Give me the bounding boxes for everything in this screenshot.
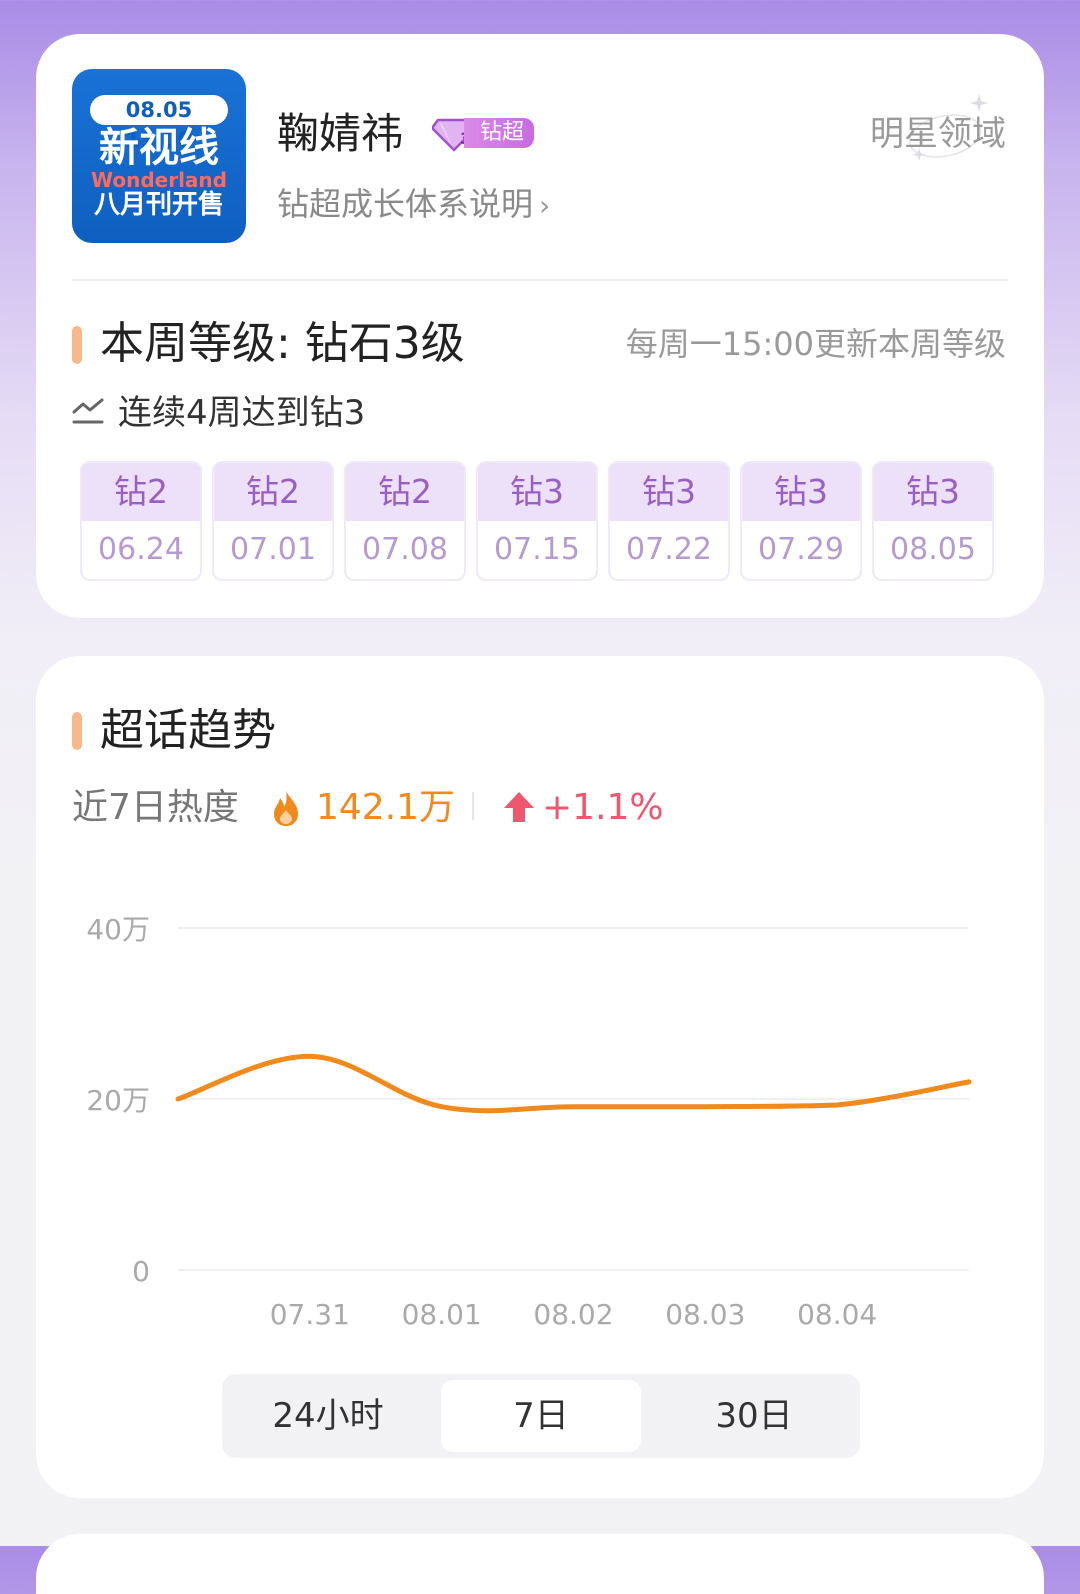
level-history-item: 钻2 06.24 bbox=[80, 461, 202, 581]
x-tick-label: 08.03 bbox=[665, 1298, 745, 1331]
trend-chart: 40万 20万 0 07.31 08.01 08.02 08.03 08.04 bbox=[86, 913, 972, 1331]
section-marker bbox=[72, 712, 82, 750]
heat-value: 142.1万 bbox=[316, 787, 456, 828]
level-label: 钻3 bbox=[742, 463, 860, 521]
level-label: 钻2 bbox=[214, 463, 332, 521]
level-date: 07.29 bbox=[758, 532, 844, 567]
level-label: 钻3 bbox=[610, 463, 728, 521]
level-date: 07.08 bbox=[362, 532, 448, 567]
avatar-title: 新视线 bbox=[99, 125, 219, 171]
trend-card: 超话趋势 近7日热度 142.1万 +1.1% 40万 20万 0 07.31 08.0… bbox=[36, 656, 1044, 1498]
level-label: 钻2 bbox=[82, 463, 200, 521]
level-date: 07.01 bbox=[230, 532, 316, 567]
chevron-right-icon: › bbox=[539, 189, 551, 222]
diamond-badge[interactable]: 3 钻超 bbox=[432, 114, 535, 152]
avatar-subtitle: Wonderland bbox=[91, 168, 227, 192]
trend-up-icon bbox=[72, 398, 104, 424]
next-card bbox=[36, 1534, 1044, 1594]
star-domain-label[interactable]: 明星领域 bbox=[870, 114, 1006, 154]
tab-24h[interactable]: 24小时 bbox=[228, 1380, 428, 1452]
tab-30d[interactable]: 30日 bbox=[654, 1380, 854, 1452]
week-level-title: 本周等级: 钻石3级 bbox=[100, 318, 465, 369]
level-date: 08.05 bbox=[890, 532, 976, 567]
x-tick-label: 08.01 bbox=[402, 1298, 482, 1331]
x-tick-label: 08.02 bbox=[533, 1298, 613, 1331]
separator bbox=[472, 792, 474, 820]
level-label: 钻3 bbox=[478, 463, 596, 521]
streak-text: 连续4周达到钻3 bbox=[118, 393, 366, 433]
level-date: 06.24 bbox=[98, 532, 184, 567]
badge-label: 钻超 bbox=[464, 118, 535, 148]
level-history-item: 钻3 07.22 bbox=[608, 461, 730, 581]
avatar-date: 08.05 11:00 bbox=[90, 95, 228, 152]
growth-system-link[interactable]: 钻超成长体系说明 › bbox=[277, 184, 550, 226]
level-history: 钻2 06.24 钻2 07.01 钻2 07.08 钻3 07.15 钻3 0… bbox=[80, 461, 994, 581]
level-history-item: 钻3 08.05 bbox=[872, 461, 994, 581]
heat-label: 近7日热度 bbox=[72, 787, 239, 828]
level-date: 07.22 bbox=[626, 532, 712, 567]
time-range-selector: 24小时 7日 30日 bbox=[222, 1374, 860, 1458]
update-note: 每周一15:00更新本周等级 bbox=[625, 325, 1006, 363]
arrow-up-icon bbox=[504, 792, 534, 822]
level-label: 钻2 bbox=[346, 463, 464, 521]
level-card: 08.05 11:00 新视线 Wonderland 八月刊开售 鞠婧祎 3 钻… bbox=[36, 34, 1044, 618]
y-tick-label: 0 bbox=[132, 1255, 150, 1288]
growth-system-label: 钻超成长体系说明 bbox=[277, 185, 534, 223]
heat-change: +1.1% bbox=[542, 787, 664, 828]
user-name: 鞠婧祎 bbox=[277, 109, 404, 158]
avatar-bottom-text: 八月刊开售 bbox=[93, 190, 224, 220]
level-history-item: 钻2 07.08 bbox=[344, 461, 466, 581]
level-history-item: 钻2 07.01 bbox=[212, 461, 334, 581]
series-line bbox=[175, 1053, 972, 1114]
x-tick-label: 07.31 bbox=[270, 1298, 350, 1331]
divider bbox=[72, 279, 1008, 281]
x-tick-label: 08.04 bbox=[797, 1298, 877, 1331]
level-history-item: 钻3 07.15 bbox=[476, 461, 598, 581]
tab-7d[interactable]: 7日 bbox=[441, 1380, 641, 1452]
avatar[interactable]: 08.05 11:00 新视线 Wonderland 八月刊开售 bbox=[72, 69, 246, 243]
level-label: 钻3 bbox=[874, 463, 992, 521]
section-marker bbox=[72, 326, 82, 364]
y-tick-label: 40万 bbox=[86, 913, 150, 946]
flame-icon bbox=[274, 790, 298, 826]
y-tick-label: 20万 bbox=[86, 1084, 150, 1117]
level-history-item: 钻3 07.29 bbox=[740, 461, 862, 581]
level-date: 07.15 bbox=[494, 532, 580, 567]
trend-title: 超话趋势 bbox=[100, 705, 276, 756]
